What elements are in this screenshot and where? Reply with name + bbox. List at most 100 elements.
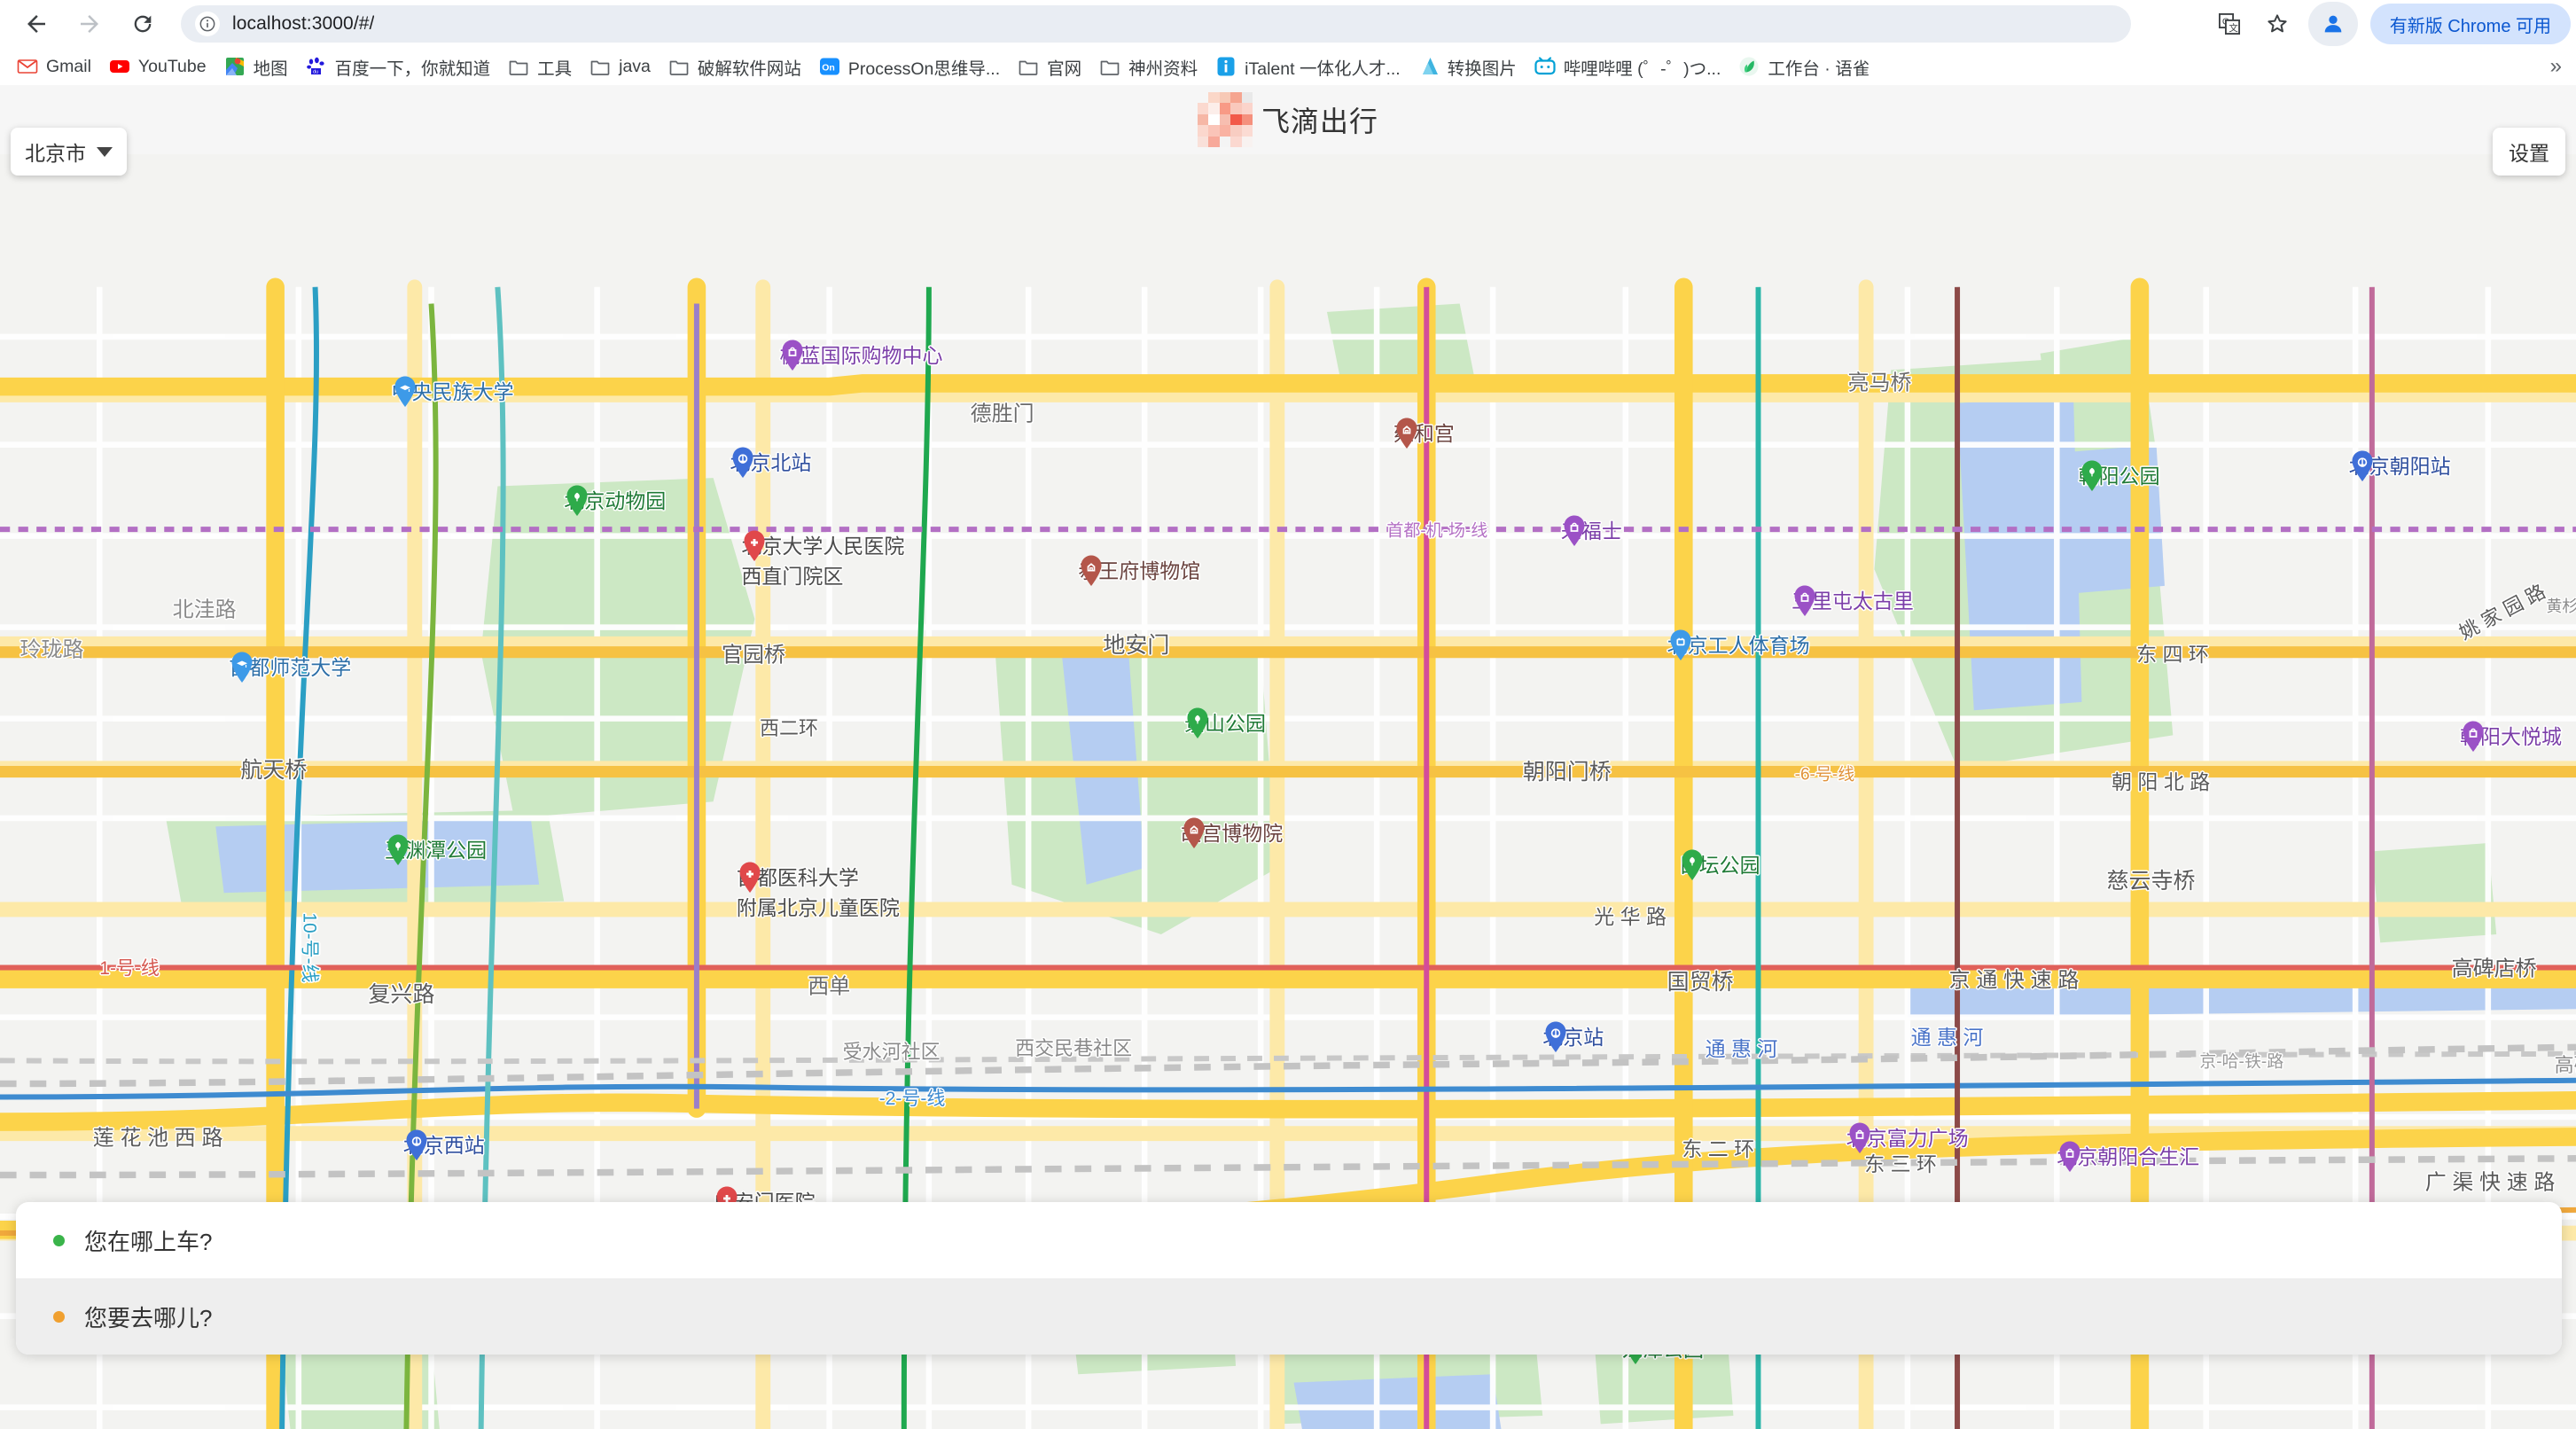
bookmarks-overflow-icon[interactable]: » bbox=[2541, 48, 2571, 85]
map-poi[interactable]: 北京工人体育场 bbox=[1667, 629, 1810, 661]
map-poi[interactable]: 景山公园 bbox=[1184, 707, 1266, 739]
bookmark-item[interactable]: iTalent 一体化人才... bbox=[1207, 50, 1409, 84]
bilibili-icon bbox=[1534, 56, 1556, 77]
bookmark-item[interactable]: 神州资料 bbox=[1091, 50, 1206, 84]
map-pin-icon bbox=[2081, 460, 2103, 492]
bookmark-star-icon[interactable] bbox=[2255, 2, 2299, 46]
map-poi[interactable]: 北京站 bbox=[1542, 1020, 1604, 1053]
site-info-icon[interactable] bbox=[195, 12, 220, 36]
pickup-placeholder: 您在哪上车? bbox=[84, 1228, 213, 1255]
navigation-buttons bbox=[12, 0, 167, 48]
folder-icon bbox=[1018, 56, 1039, 77]
map-poi[interactable]: 北京朝阳站 bbox=[2349, 449, 2451, 482]
map-pin-icon bbox=[782, 340, 803, 371]
map-poi[interactable]: 朝阳公园 bbox=[2079, 459, 2160, 492]
map-pin-icon bbox=[566, 485, 588, 517]
dropoff-location-field[interactable]: 您要去哪儿? bbox=[16, 1278, 2562, 1355]
bookmark-label: 百度一下，你就知道 bbox=[334, 59, 491, 79]
map-poi[interactable]: 北京富力广场 bbox=[1846, 1121, 1969, 1154]
logo-pixel bbox=[1197, 103, 1209, 114]
logo-pixel bbox=[1208, 136, 1220, 147]
map-poi[interactable]: 雍和宫 bbox=[1393, 417, 1455, 449]
map-poi[interactable]: 三里屯太古里 bbox=[1791, 584, 1914, 616]
map-pin-icon bbox=[231, 652, 253, 683]
bookmark-item[interactable]: On ProcessOn思维导... bbox=[811, 50, 1008, 84]
map-poi[interactable]: 北京动物园 bbox=[564, 484, 666, 517]
forward-arrow-icon[interactable] bbox=[66, 0, 113, 48]
translate-icon[interactable]: G 文 bbox=[2207, 2, 2252, 46]
bookmark-item[interactable]: 地图 bbox=[216, 50, 296, 84]
back-arrow-icon[interactable] bbox=[12, 0, 60, 48]
app-header: 飞滴出行 bbox=[0, 85, 2576, 154]
map-poi-sublabel: 附属北京儿童医院 bbox=[736, 896, 900, 920]
folder-icon bbox=[668, 56, 690, 77]
map-poi[interactable]: 玉渊潭公园 bbox=[385, 833, 487, 865]
settings-button[interactable]: 设置 bbox=[2493, 128, 2565, 176]
bookmark-label: 工作台 · 语雀 bbox=[1768, 59, 1870, 79]
folder-icon bbox=[589, 56, 611, 77]
map-poi[interactable]: 首都师范大学 bbox=[229, 651, 351, 683]
bookmark-item[interactable]: YouTube bbox=[101, 51, 215, 82]
city-selector-value: 北京市 bbox=[25, 142, 86, 165]
map-poi[interactable]: 恭王府博物馆 bbox=[1078, 554, 1200, 587]
bookmark-item[interactable]: 工具 bbox=[500, 50, 580, 84]
map-poi[interactable]: 故宫博物院 bbox=[1181, 816, 1283, 848]
map-pin-icon bbox=[394, 376, 416, 407]
address-bar[interactable]: localhost:3000/#/ bbox=[181, 5, 2131, 43]
map-pin-icon bbox=[1670, 629, 1691, 661]
svg-text:du: du bbox=[313, 70, 318, 75]
map-poi[interactable]: 朝阳大悦城 bbox=[2460, 720, 2562, 753]
city-selector[interactable]: 北京市 bbox=[11, 128, 127, 176]
logo-pixel bbox=[1230, 92, 1242, 104]
logo-pixel bbox=[1230, 125, 1242, 137]
pickup-dot-icon bbox=[53, 1234, 65, 1246]
bookmark-item[interactable]: du 百度一下，你就知道 bbox=[298, 50, 499, 84]
bookmark-item[interactable]: 哔哩哔哩 (゜-゜)つ... bbox=[1526, 50, 1729, 84]
bookmark-label: 地图 bbox=[253, 59, 288, 79]
yuque-icon bbox=[1738, 56, 1760, 77]
map-poi[interactable]: 来福士 bbox=[1561, 514, 1622, 547]
map-poi-sublabel: 西直门院区 bbox=[741, 564, 844, 588]
map-pin-icon bbox=[1081, 555, 1102, 587]
map-poi[interactable]: 北京西站 bbox=[403, 1128, 485, 1160]
bookmark-item[interactable]: 破解软件网站 bbox=[660, 50, 809, 84]
browser-window: localhost:3000/#/ G 文 有新版 Chrome 可用 Gmai… bbox=[0, 0, 2576, 1429]
logo-pixel bbox=[1197, 136, 1209, 147]
map-pin-icon bbox=[2059, 1141, 2080, 1173]
logo-pixel bbox=[1197, 125, 1209, 137]
logo-pixel bbox=[1241, 113, 1253, 126]
bookmark-label: java bbox=[619, 56, 651, 76]
map-poi[interactable]: 北京大学人民医院 西直门院区 bbox=[741, 529, 904, 590]
logo-pixel bbox=[1197, 113, 1209, 126]
logo-pixel bbox=[1208, 103, 1220, 114]
toolbar-right-actions: G 文 有新版 Chrome 可用 bbox=[2207, 0, 2576, 48]
bookmark-item[interactable]: Gmail bbox=[9, 51, 99, 82]
map-poi[interactable]: 枫蓝国际购物中心 bbox=[779, 339, 942, 371]
bookmark-label: 哔哩哔哩 (゜-゜)つ... bbox=[1563, 59, 1721, 79]
bookmark-label: ProcessOn思维导... bbox=[847, 59, 1001, 79]
map-poi[interactable]: 日坛公园 bbox=[1679, 848, 1760, 880]
map-poi[interactable]: 北京北站 bbox=[730, 446, 811, 479]
url-text: localhost:3000/#/ bbox=[232, 13, 375, 34]
bookmark-label: 神州资料 bbox=[1128, 59, 1198, 79]
gmail-icon bbox=[17, 56, 38, 77]
profile-avatar-icon[interactable] bbox=[2307, 2, 2358, 46]
map-poi[interactable]: 北京朝阳合生汇 bbox=[2057, 1140, 2199, 1173]
reload-icon[interactable] bbox=[119, 0, 167, 48]
bookmark-item[interactable]: 官网 bbox=[1010, 50, 1089, 84]
chrome-update-badge[interactable]: 有新版 Chrome 可用 bbox=[2369, 4, 2571, 44]
bookmark-item[interactable]: java bbox=[582, 51, 659, 82]
dropoff-placeholder: 您要去哪儿? bbox=[84, 1304, 213, 1331]
folder-icon bbox=[1099, 56, 1120, 77]
youtube-icon bbox=[109, 56, 130, 77]
map-pin-icon bbox=[1183, 817, 1205, 848]
map-poi[interactable]: 中央民族大学 bbox=[392, 375, 514, 407]
map-pin-icon bbox=[1564, 515, 1585, 547]
pickup-location-field[interactable]: 您在哪上车? bbox=[16, 1202, 2562, 1278]
map-pin-icon bbox=[739, 862, 761, 894]
bookmark-item[interactable]: 转换图片 bbox=[1410, 50, 1525, 84]
logo-pixel bbox=[1219, 125, 1231, 137]
italent-icon bbox=[1215, 56, 1237, 77]
map-poi[interactable]: 首都医科大学 附属北京儿童医院 bbox=[737, 861, 900, 921]
bookmark-item[interactable]: 工作台 · 语雀 bbox=[1730, 50, 1877, 84]
